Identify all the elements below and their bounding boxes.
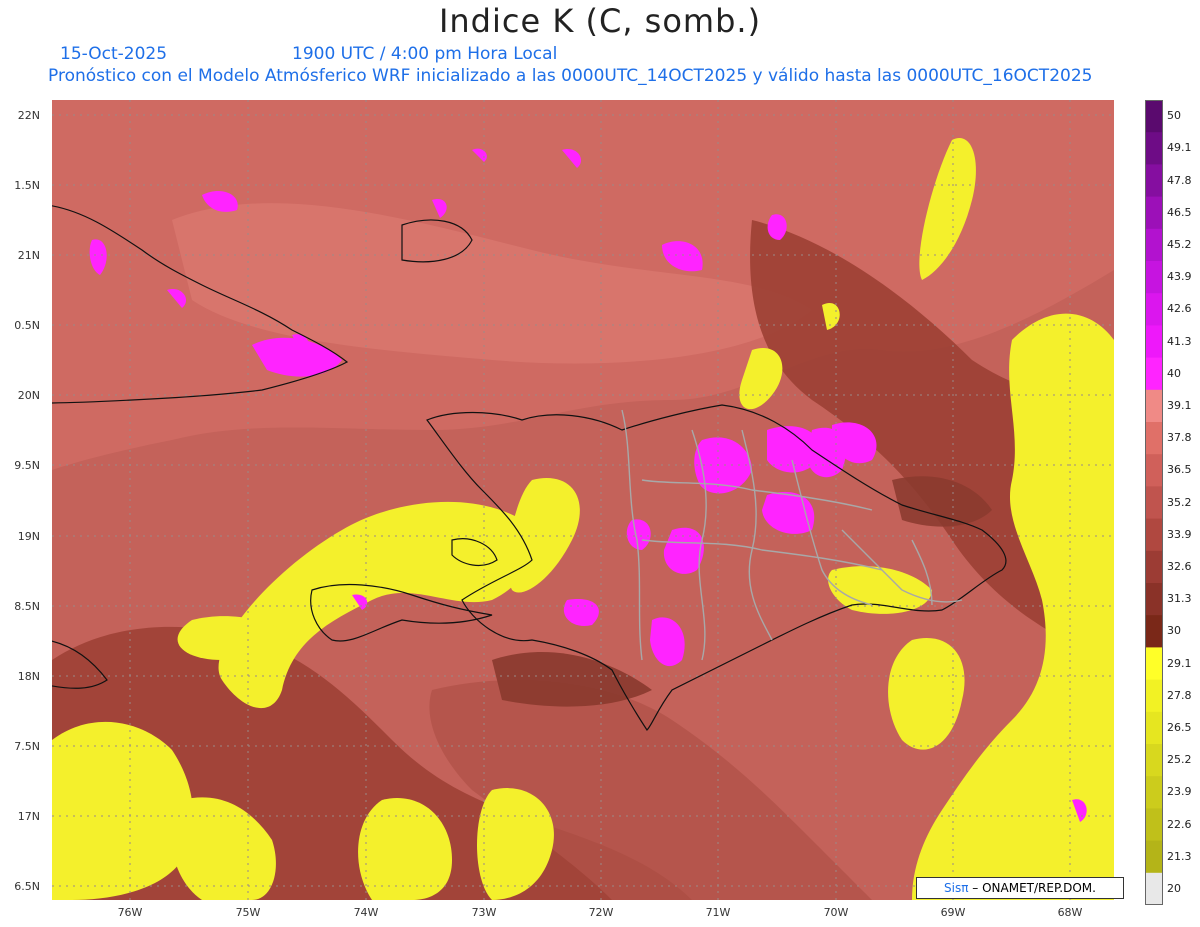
colorbar-swatch [1145, 647, 1163, 681]
colorbar-swatch [1145, 872, 1163, 905]
colorbar-swatch [1145, 615, 1163, 648]
sisp-logo: Sisπ [944, 881, 969, 895]
colorbar-tick-label: 26.5 [1167, 720, 1192, 734]
colorbar-swatch [1145, 840, 1163, 874]
colorbar-tick-label: 20 [1167, 881, 1181, 895]
colorbar-tick-label: 49.1 [1167, 141, 1192, 155]
credit-box: Sisπ – ONAMET/REP.DOM. [916, 877, 1124, 899]
forecast-description: Pronóstico con el Modelo Atmósferico WRF… [48, 66, 1093, 86]
colorbar-swatch [1145, 293, 1163, 326]
colorbar-tick-label: 30 [1167, 624, 1181, 638]
lon-label: 73W [471, 906, 497, 919]
colorbar-swatch [1145, 422, 1163, 455]
lon-label: 72W [588, 906, 614, 919]
colorbar-tick-label: 37.8 [1167, 431, 1192, 445]
lat-label: 1.5N [14, 179, 40, 192]
colorbar-swatch [1145, 228, 1163, 262]
colorbar-tick-label: 25.2 [1167, 753, 1192, 767]
colorbar-swatch [1145, 100, 1163, 133]
colorbar-swatch [1145, 550, 1163, 584]
lon-label: 69W [940, 906, 966, 919]
lon-label: 76W [117, 906, 143, 919]
credit-text: – ONAMET/REP.DOM. [972, 881, 1096, 895]
colorbar-swatch [1145, 164, 1163, 198]
lat-label: 17N [17, 810, 40, 823]
colorbar-swatch [1145, 357, 1163, 391]
colorbar-tick-label: 36.5 [1167, 463, 1192, 477]
colorbar-swatch [1145, 261, 1163, 294]
colorbar-swatch [1145, 583, 1163, 616]
colorbar-tick-label: 50 [1167, 109, 1181, 123]
colorbar-tick-label: 45.2 [1167, 237, 1192, 251]
lat-label: 18N [17, 670, 40, 683]
colorbar-tick-label: 31.3 [1167, 592, 1192, 606]
lat-label: 20N [17, 389, 40, 402]
colorbar-swatch [1145, 679, 1163, 713]
colorbar-swatch [1145, 325, 1163, 359]
colorbar-tick-label: 27.8 [1167, 688, 1192, 702]
lat-label: 0.5N [14, 319, 40, 332]
lat-label: 21N [17, 249, 40, 262]
colorbar-swatch [1145, 454, 1163, 487]
colorbar-swatch [1145, 196, 1163, 230]
lon-label: 70W [823, 906, 849, 919]
colorbar-swatch [1145, 132, 1163, 165]
forecast-date: 15-Oct-2025 [60, 44, 168, 64]
colorbar-swatch [1145, 518, 1163, 552]
colorbar-tick-label: 22.6 [1167, 817, 1192, 831]
lat-label: 6.5N [14, 880, 40, 893]
colorbar-swatch [1145, 776, 1163, 809]
lon-label: 71W [705, 906, 731, 919]
map-title: Indice K (C, somb.) [438, 2, 762, 40]
colorbar-tick-label: 23.9 [1167, 785, 1192, 799]
forecast-time: 1900 UTC / 4:00 pm Hora Local [292, 44, 558, 64]
lat-label: 22N [17, 109, 40, 122]
colorbar-swatch [1145, 486, 1163, 520]
lon-label: 75W [235, 906, 261, 919]
colorbar-swatch [1145, 808, 1163, 842]
k-index-map [52, 100, 1114, 900]
lon-label: 68W [1057, 906, 1083, 919]
lat-label: 19N [17, 530, 40, 543]
colorbar-tick-label: 42.6 [1167, 302, 1192, 316]
colorbar-tick-label: 43.9 [1167, 270, 1192, 284]
colorbar-tick-label: 29.1 [1167, 656, 1192, 670]
colorbar-tick-label: 33.9 [1167, 527, 1192, 541]
colorbar-tick-label: 39.1 [1167, 398, 1192, 412]
colorbar-tick-label: 40 [1167, 366, 1181, 380]
colorbar-swatch [1145, 744, 1163, 777]
colorbar-tick-label: 41.3 [1167, 334, 1192, 348]
colorbar-tick-label: 32.6 [1167, 559, 1192, 573]
lat-label: 8.5N [14, 600, 40, 613]
colorbar-tick-label: 35.2 [1167, 495, 1192, 509]
colorbar-tick-label: 21.3 [1167, 849, 1192, 863]
colorbar-tick-label: 46.5 [1167, 205, 1192, 219]
lat-label: 9.5N [14, 459, 40, 472]
lon-label: 74W [353, 906, 379, 919]
lat-label: 7.5N [14, 740, 40, 753]
colorbar-swatch [1145, 711, 1163, 745]
colorbar-tick-label: 47.8 [1167, 173, 1192, 187]
colorbar-swatch [1145, 389, 1163, 423]
colorbar [1145, 100, 1163, 905]
